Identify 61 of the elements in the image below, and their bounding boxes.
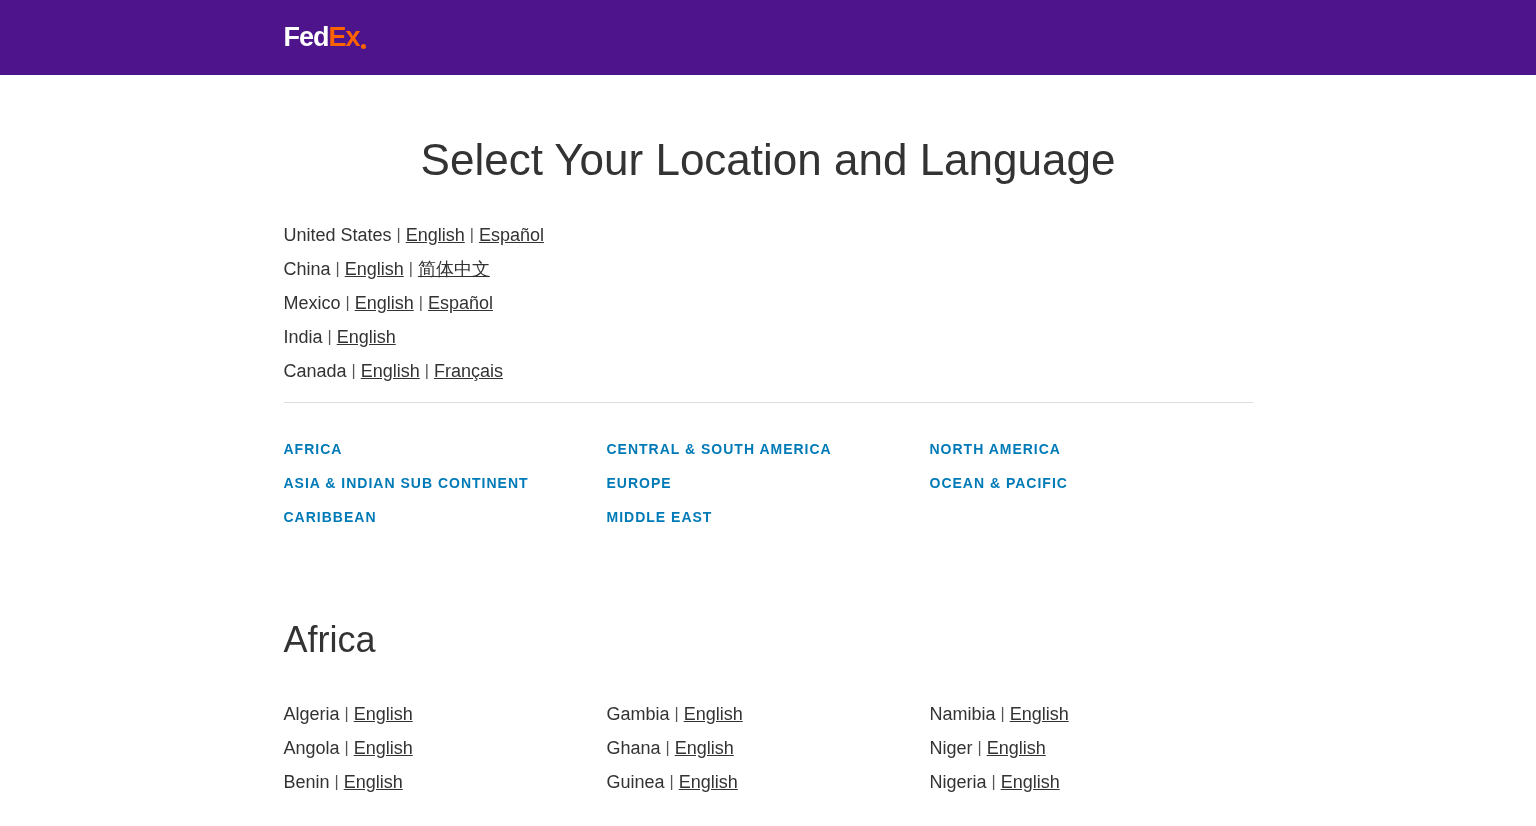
language-link[interactable]: English xyxy=(1000,770,1060,794)
language-link[interactable]: English xyxy=(344,257,404,281)
separator: | xyxy=(335,259,340,279)
region-link[interactable]: EUROPE xyxy=(606,475,672,492)
language-link[interactable]: English xyxy=(360,359,420,383)
separator: | xyxy=(665,738,670,758)
separator: | xyxy=(334,772,339,792)
separator: | xyxy=(408,259,413,279)
region-link[interactable]: OCEAN & PACIFIC xyxy=(929,475,1068,492)
language-link[interactable]: English xyxy=(343,770,403,794)
language-link[interactable]: English xyxy=(354,291,414,315)
separator: | xyxy=(669,772,674,792)
country-name: Gambia xyxy=(606,703,670,726)
page-title: Select Your Location and Language xyxy=(419,134,1117,186)
country-name: Canada xyxy=(283,360,347,383)
country-name: Angola xyxy=(283,737,340,760)
separator: | xyxy=(345,293,350,313)
separator: | xyxy=(674,704,679,724)
language-link[interactable]: 简体中文 xyxy=(417,257,490,281)
separator: | xyxy=(1000,704,1005,724)
region-link[interactable]: ASIA & INDIAN SUB CONTINENT xyxy=(283,475,529,492)
language-link[interactable]: English xyxy=(1009,702,1069,726)
country-name: China xyxy=(283,258,331,281)
region-link[interactable]: CARIBBEAN xyxy=(283,509,377,526)
region-link[interactable]: CENTRAL & SOUTH AMERICA xyxy=(606,441,832,458)
language-link[interactable]: English xyxy=(674,736,734,760)
language-link[interactable]: English xyxy=(678,770,738,794)
country-name: Mexico xyxy=(283,292,341,315)
language-link[interactable]: Español xyxy=(478,223,544,247)
region-link[interactable]: AFRICA xyxy=(283,441,343,458)
separator: | xyxy=(991,772,996,792)
country-name: Namibia xyxy=(929,703,996,726)
separator: | xyxy=(344,738,349,758)
region-link[interactable]: MIDDLE EAST xyxy=(606,509,713,526)
country-name: India xyxy=(283,326,323,349)
language-link[interactable]: Français xyxy=(433,359,503,383)
country-name: Algeria xyxy=(283,703,340,726)
language-link[interactable]: Español xyxy=(427,291,493,315)
country-name: Guinea xyxy=(606,771,665,794)
separator: | xyxy=(327,327,332,347)
separator: | xyxy=(418,293,423,313)
separator: | xyxy=(424,361,429,381)
country-name: Nigeria xyxy=(929,771,987,794)
separator: | xyxy=(351,361,356,381)
separator: | xyxy=(977,738,982,758)
region-link[interactable]: NORTH AMERICA xyxy=(929,441,1061,458)
language-link[interactable]: English xyxy=(405,223,465,247)
country-name: Niger xyxy=(929,737,973,760)
country-name: United States xyxy=(283,224,392,247)
language-link[interactable]: English xyxy=(986,736,1046,760)
separator: | xyxy=(469,225,474,245)
language-link[interactable]: English xyxy=(353,736,413,760)
language-link[interactable]: English xyxy=(336,325,396,349)
section-heading: Africa xyxy=(283,618,377,662)
country-name: Benin xyxy=(283,771,330,794)
logo[interactable]: FedEx xyxy=(283,24,366,51)
language-link[interactable]: English xyxy=(353,702,413,726)
country-name: Ghana xyxy=(606,737,661,760)
language-link[interactable]: English xyxy=(683,702,743,726)
separator: | xyxy=(344,704,349,724)
separator: | xyxy=(396,225,401,245)
